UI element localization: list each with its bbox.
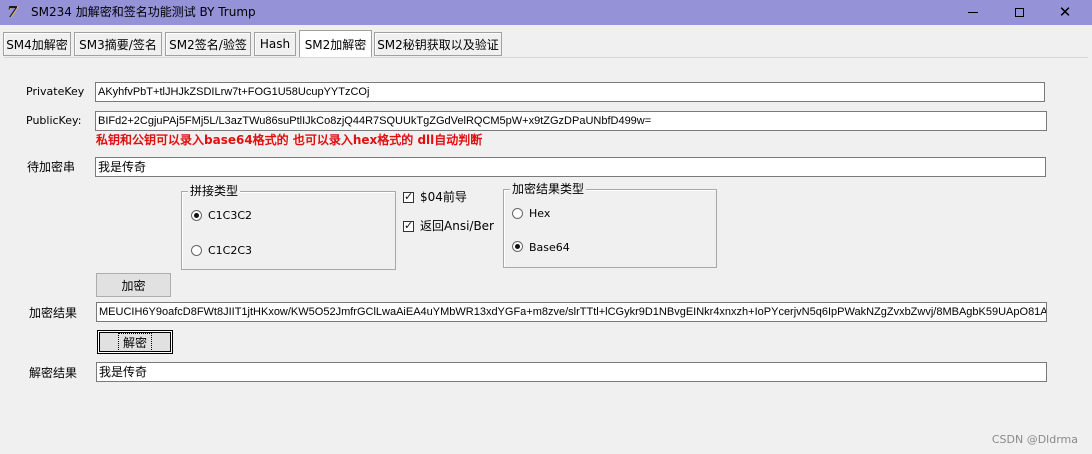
tab-sm2-keys[interactable]: SM2秘钥获取以及验证 (374, 32, 502, 56)
decrypt-button[interactable]: 解密 (97, 330, 173, 354)
close-icon: ✕ (1058, 3, 1072, 21)
return-ansi-checkbox[interactable] (403, 219, 414, 232)
result-type-title: 加密结果类型 (510, 181, 587, 197)
tab-sm3[interactable]: SM3摘要/签名 (74, 32, 162, 56)
plain-text-label: 待加密串 (27, 160, 76, 174)
private-key-label: PrivateKey (26, 85, 85, 98)
radio-c1c3c2-label: C1C3C2 (208, 209, 253, 222)
return-ansi-label: 返回Ansi/Ber (420, 219, 494, 233)
prefix04-label: $04前导 (420, 190, 467, 204)
cipher-label: 加密结果 (29, 306, 78, 320)
decrypted-output[interactable]: 我是传奇 (96, 362, 1047, 382)
radio-c1c2c3[interactable] (191, 245, 202, 256)
minimize-icon (968, 12, 978, 13)
key-format-hint: 私钥和公钥可以录入base64格式的 也可以录入hex格式的 dll自动判断 (96, 133, 483, 147)
maximize-icon (1014, 8, 1024, 17)
encrypt-button[interactable]: 加密 (96, 273, 171, 297)
watermark: CSDN @Dldrma (991, 433, 1078, 446)
tab-strip (0, 28, 1092, 58)
prefix04-checkbox[interactable] (403, 190, 414, 203)
maximize-button[interactable] (996, 0, 1042, 25)
radio-c1c2c3-label: C1C2C3 (208, 244, 253, 257)
radio-base64[interactable] (512, 241, 523, 252)
tab-sm4[interactable]: SM4加解密 (3, 32, 71, 56)
title-bar[interactable]: 7 SM234 加解密和签名功能测试 BY Trump ✕ (0, 0, 1092, 25)
radio-hex-label: Hex (529, 207, 551, 220)
tab-sm2-sign[interactable]: SM2签名/验签 (165, 32, 251, 56)
cipher-output[interactable]: MEUCIH6Y9oafcD8FWt8JIIT1jtHKxow/KW5O52Jm… (96, 302, 1047, 322)
tab-hash[interactable]: Hash (254, 32, 296, 56)
concat-type-title: 拼接类型 (188, 183, 241, 199)
public-key-label: PublicKey: (26, 114, 82, 127)
public-key-input[interactable]: BIFd2+2CgjuPAj5FMj5L/L3azTWu86suPtlIJkCo… (95, 111, 1047, 131)
minimize-button[interactable] (950, 0, 996, 25)
decrypt-button-label: 解密 (117, 332, 152, 352)
result-type-group: 加密结果类型 (503, 181, 717, 268)
decrypted-label: 解密结果 (29, 366, 78, 380)
private-key-input[interactable]: AKyhfvPbT+tlJHJkZSDILrw7t+FOG1U58UcupYYT… (95, 82, 1045, 102)
radio-base64-label: Base64 (529, 241, 570, 254)
radio-hex[interactable] (512, 208, 523, 219)
app-logo-icon: 7 (7, 3, 18, 21)
plain-text-input[interactable]: 我是传奇 (95, 157, 1046, 177)
window-title: SM234 加解密和签名功能测试 BY Trump (31, 5, 256, 19)
close-button[interactable]: ✕ (1042, 0, 1088, 25)
radio-c1c3c2[interactable] (191, 210, 202, 221)
tab-sm2-encrypt[interactable]: SM2加解密 (299, 30, 372, 58)
